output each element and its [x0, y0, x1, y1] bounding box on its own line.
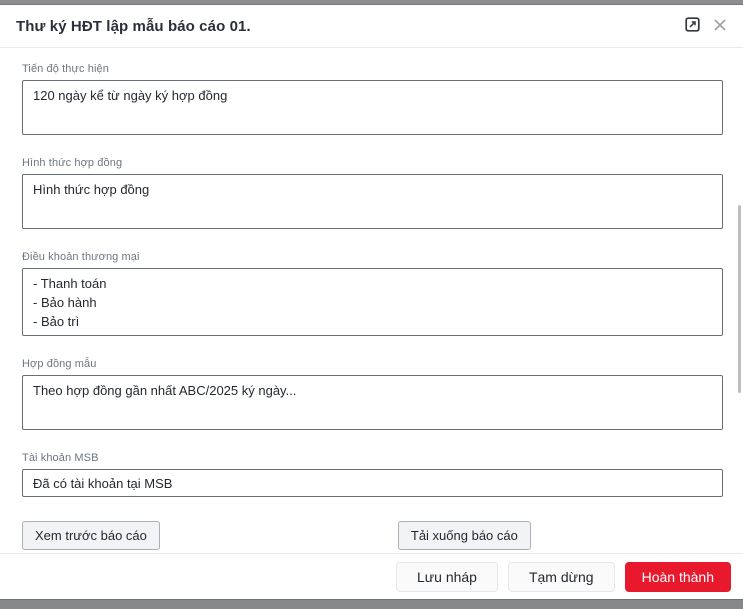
field-commercial-terms: Điều khoản thương mại: [22, 251, 723, 336]
report-modal: Thư ký HĐT lập mẫu báo cáo 01.: [0, 5, 743, 599]
screen: Thư ký HĐT lập mẫu báo cáo 01.: [0, 0, 743, 609]
msb-account-input[interactable]: [22, 469, 723, 497]
maximize-icon: [685, 17, 700, 35]
save-draft-button[interactable]: Lưu nháp: [396, 562, 498, 592]
modal-body: Tiến độ thực hiện Hình thức hợp đồng Điề…: [0, 48, 743, 553]
modal-header: Thư ký HĐT lập mẫu báo cáo 01.: [0, 5, 743, 48]
field-contract-form: Hình thức hợp đồng: [22, 157, 723, 229]
field-progress: Tiến độ thực hiện: [22, 63, 723, 135]
field-label: Hình thức hợp đồng: [22, 157, 723, 169]
field-label: Tiến độ thực hiện: [22, 63, 723, 75]
complete-button[interactable]: Hoàn thành: [625, 562, 731, 592]
report-actions-row: Xem trước báo cáo Tải xuống báo cáo: [22, 521, 723, 550]
download-report-button[interactable]: Tải xuống báo cáo: [398, 521, 531, 550]
field-label: Điều khoản thương mại: [22, 251, 723, 263]
modal-title: Thư ký HĐT lập mẫu báo cáo 01.: [16, 18, 251, 35]
contract-template-textarea[interactable]: [22, 375, 723, 430]
field-contract-template: Hợp đồng mẫu: [22, 358, 723, 430]
vertical-scrollbar[interactable]: [738, 205, 741, 393]
field-label: Hợp đồng mẫu: [22, 358, 723, 370]
contract-form-textarea[interactable]: [22, 174, 723, 229]
backdrop-bottom: [0, 599, 743, 609]
modal-footer: Lưu nháp Tạm dừng Hoàn thành: [0, 553, 743, 599]
field-msb-account: Tài khoản MSB: [22, 452, 723, 497]
maximize-button[interactable]: [683, 17, 701, 35]
commercial-terms-textarea[interactable]: [22, 268, 723, 336]
field-label: Tài khoản MSB: [22, 452, 723, 464]
progress-textarea[interactable]: [22, 80, 723, 135]
preview-report-button[interactable]: Xem trước báo cáo: [22, 521, 160, 550]
close-icon: [713, 18, 727, 35]
close-button[interactable]: [711, 17, 729, 35]
pause-button[interactable]: Tạm dừng: [508, 562, 615, 592]
header-icons: [683, 17, 729, 35]
